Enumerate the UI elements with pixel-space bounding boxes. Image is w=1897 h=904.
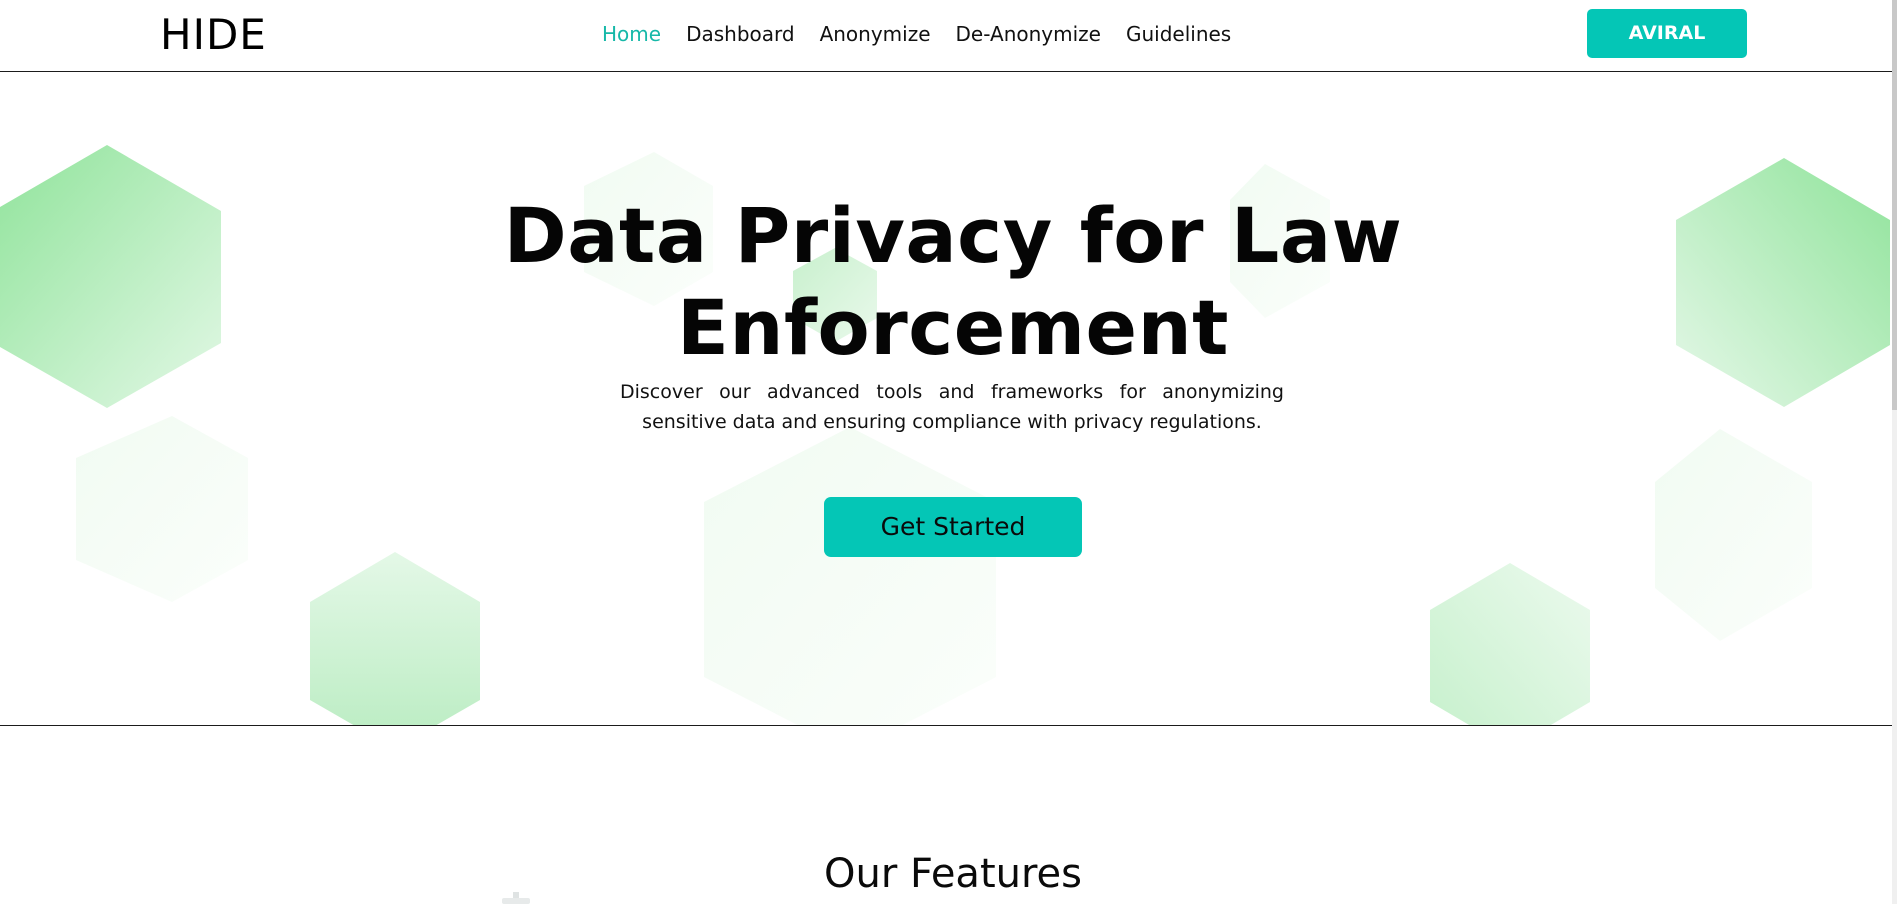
hexagon-shape bbox=[1676, 158, 1890, 407]
logo[interactable]: HIDE bbox=[160, 10, 267, 60]
page: HIDE Home Dashboard Anonymize De-Anonymi… bbox=[0, 0, 1897, 904]
hero-title: Data Privacy for Law Enforcement bbox=[446, 190, 1460, 374]
features-title: Our Features bbox=[824, 851, 1082, 897]
hexagon-shape bbox=[1430, 563, 1590, 725]
gear-icon bbox=[502, 892, 530, 904]
hexagon-shape bbox=[704, 427, 996, 725]
get-started-button[interactable]: Get Started bbox=[824, 497, 1082, 557]
hexagon-shape bbox=[310, 552, 480, 725]
nav-link-guidelines[interactable]: Guidelines bbox=[1126, 20, 1231, 48]
hero-title-line-2: Enforcement bbox=[676, 283, 1230, 372]
hexagon-shape bbox=[76, 416, 248, 602]
hexagon-shape bbox=[0, 145, 221, 408]
hexagon-shape bbox=[1655, 429, 1812, 641]
nav-link-dashboard[interactable]: Dashboard bbox=[686, 20, 795, 48]
nav-link-anonymize[interactable]: Anonymize bbox=[820, 20, 931, 48]
hero-description: Discover our advanced tools and framewor… bbox=[620, 381, 1284, 433]
scrollbar-thumb[interactable] bbox=[1892, 0, 1897, 410]
user-account-button[interactable]: AVIRAL bbox=[1587, 9, 1747, 58]
nav-link-home[interactable]: Home bbox=[602, 20, 661, 48]
hero-section: Data Privacy for Law Enforcement Discove… bbox=[0, 72, 1892, 726]
nav-link-de-anonymize[interactable]: De-Anonymize bbox=[956, 20, 1101, 48]
nav-links: Home Dashboard Anonymize De-Anonymize Gu… bbox=[602, 20, 1231, 48]
navbar: HIDE Home Dashboard Anonymize De-Anonymi… bbox=[0, 0, 1892, 72]
hero-title-line-1: Data Privacy for Law bbox=[503, 191, 1403, 280]
